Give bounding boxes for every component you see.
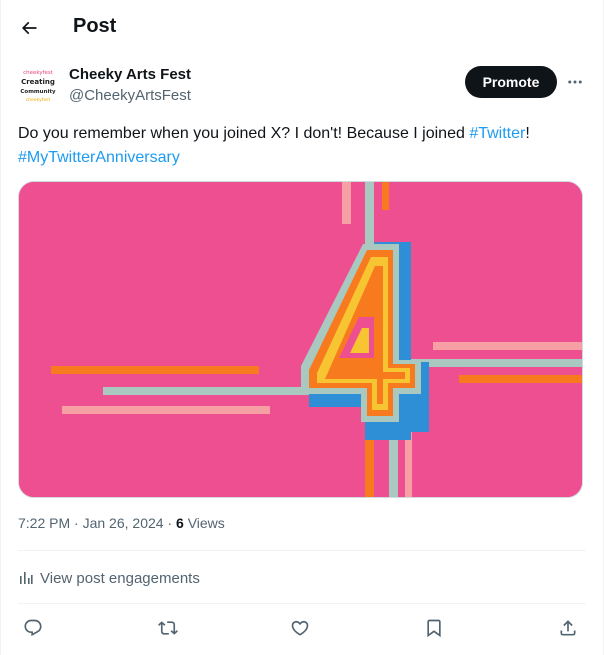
share-icon	[560, 620, 576, 636]
views-label: Views	[183, 515, 225, 531]
avatar-text-2: Creating	[21, 78, 55, 86]
reply-button[interactable]	[19, 616, 47, 640]
bookmark-icon	[427, 619, 441, 638]
avatar-text-3: Community	[20, 89, 56, 95]
reply-icon	[24, 619, 42, 637]
hashtag-twitter[interactable]: #Twitter	[469, 125, 525, 142]
view-engagements-link[interactable]: View post engagements	[18, 567, 200, 589]
like-icon	[291, 620, 309, 636]
post-image[interactable]	[18, 181, 583, 498]
header: Post	[1, 0, 603, 56]
bookmark-button[interactable]	[420, 616, 448, 640]
avatar-text-1: cheekyfest	[23, 70, 54, 76]
image-number-4-artwork	[19, 182, 582, 497]
divider-bottom	[18, 603, 586, 604]
page-title: Post	[73, 15, 117, 37]
promote-button[interactable]: Promote	[465, 66, 557, 98]
share-button[interactable]	[554, 616, 582, 640]
meta-separator-2: ·	[163, 515, 177, 531]
post-metadata: 7:22 PM · Jan 26, 2024 · 6 Views	[18, 515, 225, 531]
analytics-icon	[18, 570, 34, 586]
avatar-logo: cheekyfest Creating Community cheekyfest	[18, 65, 58, 105]
more-horizontal-icon	[568, 80, 582, 84]
author-name[interactable]: Cheeky Arts Fest	[69, 66, 191, 83]
post-detail-panel: Post cheekyfest Creating Community cheek…	[0, 0, 604, 655]
repost-button[interactable]	[154, 616, 182, 640]
divider-top	[18, 550, 586, 551]
post-time[interactable]: 7:22 PM	[18, 515, 70, 531]
avatar-text-4: cheekyfest	[26, 97, 51, 103]
like-button[interactable]	[286, 616, 314, 640]
post-text: Do you remember when you joined X? I don…	[18, 122, 593, 170]
more-button[interactable]	[561, 66, 589, 98]
author-handle[interactable]: @CheekyArtsFest	[69, 87, 191, 104]
repost-icon	[158, 621, 178, 635]
views-count: 6	[176, 515, 184, 531]
post-text-part1: Do you remember when you joined X? I don…	[18, 125, 470, 142]
arrow-left-icon	[21, 21, 37, 35]
post-date[interactable]: Jan 26, 2024	[83, 515, 164, 531]
view-engagements-label: View post engagements	[40, 569, 200, 587]
back-button[interactable]	[13, 12, 45, 44]
hashtag-mytwitteranniversary[interactable]: #MyTwitterAnniversary	[18, 149, 180, 166]
action-bar	[1, 610, 603, 646]
meta-separator: ·	[70, 515, 83, 531]
post-text-part2: !	[525, 125, 530, 142]
avatar[interactable]: cheekyfest Creating Community cheekyfest	[18, 65, 58, 105]
